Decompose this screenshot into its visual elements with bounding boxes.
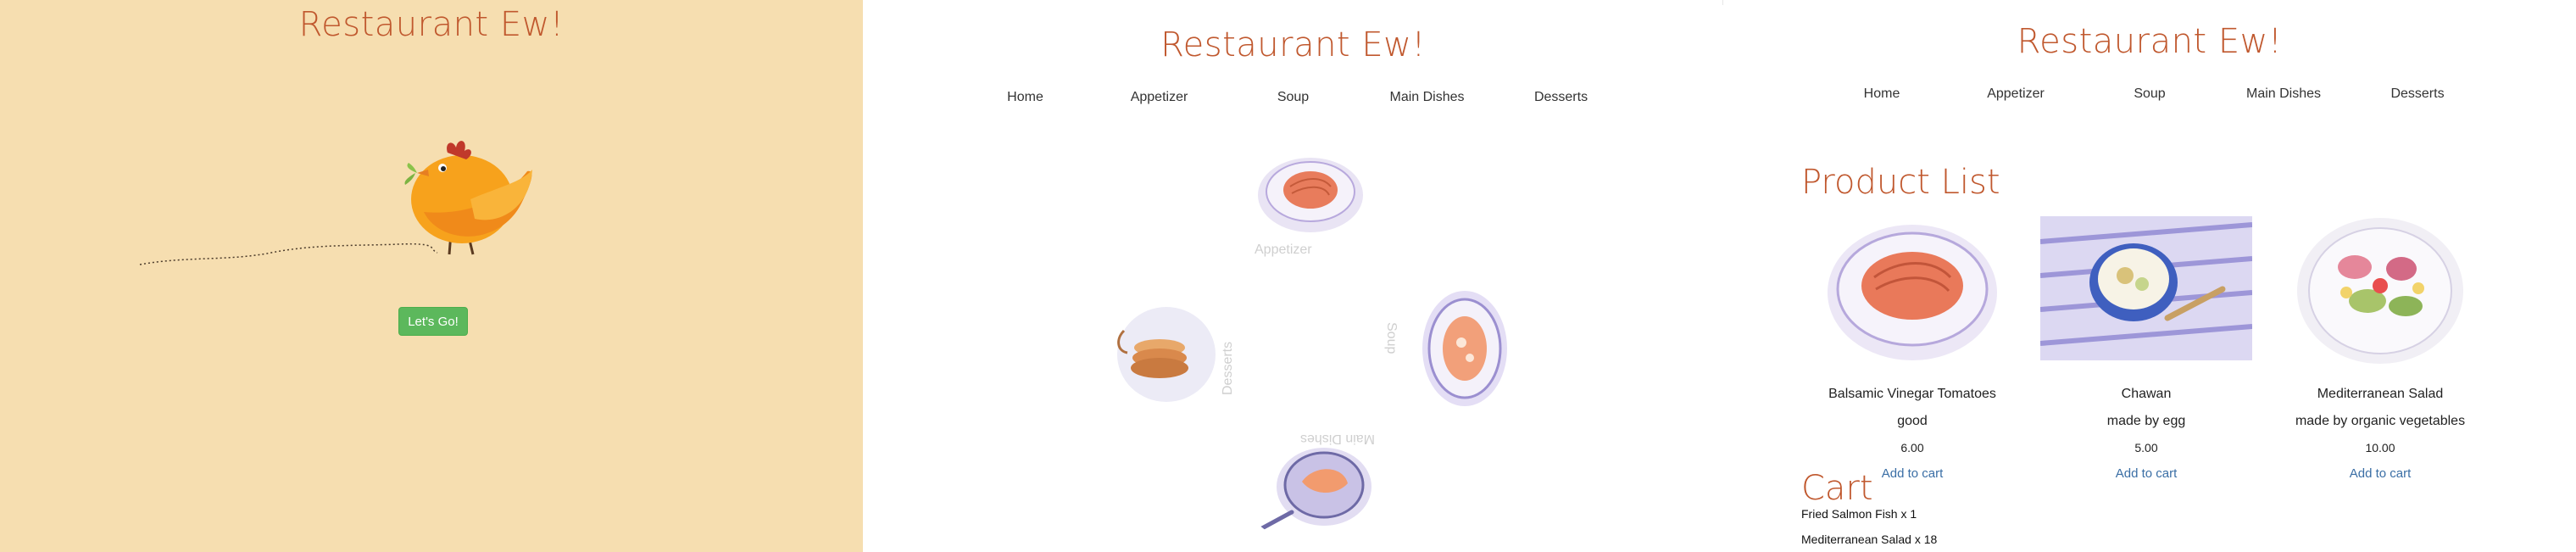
- product-price: 5.00: [2134, 441, 2158, 454]
- add-to-cart-link[interactable]: Add to cart: [2350, 466, 2412, 481]
- product-description: made by egg: [2106, 414, 2186, 428]
- product-name: Chawan: [2121, 387, 2172, 401]
- mediterranean-salad-image-icon: [2297, 218, 2463, 364]
- product-price: 6.00: [1900, 441, 1924, 454]
- wheel-label-soup: Soup: [1384, 322, 1399, 354]
- chick-illustration-icon: [139, 141, 532, 265]
- nav-desserts[interactable]: Desserts: [1494, 90, 1628, 105]
- nav-home[interactable]: Home: [959, 90, 1093, 105]
- nav-appetizer[interactable]: Appetizer: [1093, 90, 1227, 105]
- nav-main-dishes[interactable]: Main Dishes: [2217, 86, 2351, 102]
- product-list-screen: Restaurant Ew! Home Appetizer Soup Main …: [1723, 0, 2576, 552]
- product-name: Mediterranean Salad: [2317, 387, 2444, 401]
- product-card: Balsamic Vinegar Tomatoes good 6.00 Add …: [1795, 208, 2029, 482]
- nav-appetizer[interactable]: Appetizer: [1949, 86, 2083, 102]
- menu-wheel-screen: Restaurant Ew! Home Appetizer Soup Main …: [863, 0, 1723, 552]
- product-price: 10.00: [2365, 441, 2395, 454]
- wheel-label-appetizer: Appetizer: [1255, 243, 1312, 257]
- wheel-label-main-dishes: Main Dishes: [1299, 432, 1375, 446]
- add-to-cart-link[interactable]: Add to cart: [1882, 466, 1944, 481]
- lets-go-button[interactable]: Let's Go!: [398, 307, 468, 336]
- nav-home[interactable]: Home: [1815, 86, 1949, 102]
- product-name: Balsamic Vinegar Tomatoes: [1828, 387, 1996, 401]
- desserts-dish-icon[interactable]: [1107, 297, 1226, 407]
- appetizer-dish-icon[interactable]: [1246, 146, 1375, 239]
- main-nav: Home Appetizer Soup Main Dishes Desserts: [1723, 86, 2576, 102]
- product-description: made by organic vegetables: [2295, 414, 2466, 428]
- brand-title: Restaurant Ew!: [298, 5, 565, 44]
- product-grid: Balsamic Vinegar Tomatoes good 6.00 Add …: [1795, 208, 2497, 482]
- cart-title: Cart: [1801, 469, 1873, 508]
- cart-item: Mediterranean Salad x 18: [1801, 532, 1938, 546]
- brand-title: Restaurant Ew!: [1160, 25, 1426, 64]
- nav-main-dishes[interactable]: Main Dishes: [1360, 90, 1494, 105]
- cart-item: Fried Salmon Fish x 1: [1801, 507, 1917, 521]
- add-to-cart-link[interactable]: Add to cart: [2116, 466, 2178, 481]
- product-list-title: Product List: [1801, 163, 2000, 202]
- product-card: Mediterranean Salad made by organic vege…: [2263, 208, 2497, 482]
- chawan-image-icon: [2039, 216, 2253, 360]
- product-description: good: [1897, 414, 1928, 428]
- brand-title: Restaurant Ew!: [2017, 22, 2283, 61]
- soup-dish-icon[interactable]: [1409, 285, 1517, 412]
- main-nav: Home Appetizer Soup Main Dishes Desserts: [863, 90, 1723, 105]
- nav-soup[interactable]: Soup: [1227, 90, 1360, 105]
- product-card: Chawan made by egg 5.00 Add to cart: [2029, 208, 2263, 482]
- balsamic-tomatoes-image-icon: [1828, 225, 1997, 360]
- welcome-screen: Restaurant Ew! Let's Go!: [0, 0, 863, 552]
- nav-soup[interactable]: Soup: [2083, 86, 2217, 102]
- main-dishes-dish-icon[interactable]: [1243, 439, 1388, 544]
- wheel-label-desserts: Desserts: [1221, 341, 1235, 395]
- nav-desserts[interactable]: Desserts: [2351, 86, 2484, 102]
